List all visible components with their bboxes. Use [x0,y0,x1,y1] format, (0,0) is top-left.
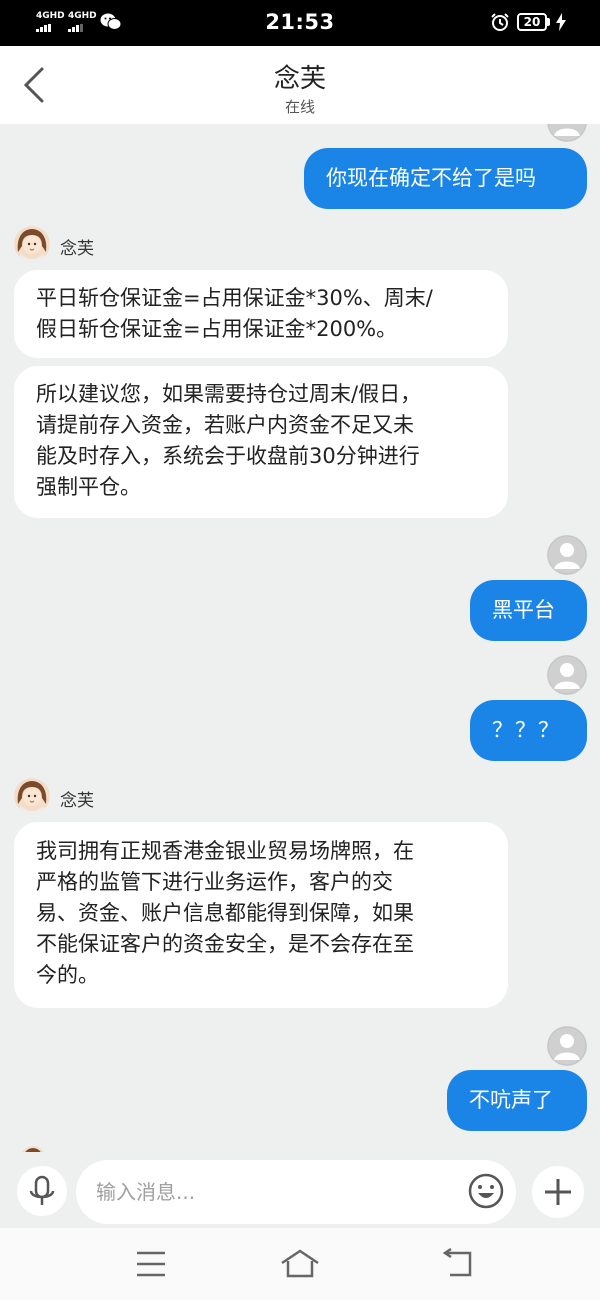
charging-icon [556,13,566,31]
user-avatar[interactable] [547,535,587,575]
voice-input-button[interactable] [17,1166,67,1216]
outgoing-message-bubble[interactable]: ？？？ [470,700,587,761]
system-navigation-bar [0,1228,600,1300]
sender-name: 念芙 [60,791,94,811]
user-avatar[interactable] [547,124,587,142]
battery-tip [547,18,550,26]
emoji-button[interactable] [467,1172,505,1210]
message-input[interactable] [76,1160,516,1224]
back-nav-button[interactable] [438,1247,478,1280]
message-line: 今的。 [36,963,99,987]
message-line: 不能保证客户的资金安全，是不会存在至 [36,932,414,956]
incoming-message-bubble[interactable]: 我司拥有正规香港金银业贸易场牌照，在 严格的监管下进行业务运作，客户的交 易、资… [14,822,508,1008]
hamburger-menu-icon [137,1251,165,1277]
user-silhouette-icon [547,1026,587,1066]
outgoing-message-bubble[interactable]: 你现在确定不给了是吗 [304,148,587,209]
message-line: 假日斩仓保证金=占用保证金*200%。 [36,317,398,341]
online-status: 在线 [284,98,315,116]
message-text: 不吭声了 [469,1088,553,1112]
user-silhouette-icon [547,124,587,142]
agent-avatar[interactable] [14,226,50,262]
user-silhouette-icon [547,535,587,575]
status-bar: 4GHD 4GHD 21:53 20 [0,0,600,46]
message-line: 请提前存入资金，若账户内资金不足又未 [36,413,414,437]
message-line: 易、资金、账户信息都能得到保障，如果 [36,901,414,925]
outgoing-message-bubble[interactable]: 黑平台 [470,580,587,641]
agent-avatar-icon [14,226,50,262]
agent-avatar-icon [14,778,50,814]
user-silhouette-icon [547,655,587,695]
more-options-button[interactable] [532,1166,584,1218]
home-icon [281,1249,319,1278]
agent-avatar[interactable] [14,778,50,814]
user-avatar[interactable] [547,655,587,695]
smiley-icon [468,1173,504,1209]
contact-name: 念芙 [273,64,326,94]
message-line: 我司拥有正规香港金银业贸易场牌照，在 [36,839,414,863]
message-line: 平日斩仓保证金=占用保证金*30%、周末/ [36,286,433,310]
message-text: 黑平台 [492,598,555,622]
menu-nav-button[interactable] [131,1248,171,1280]
message-text: ？？？ [492,718,561,742]
battery-indicator: 20 [517,13,547,31]
outgoing-message-bubble[interactable]: 不吭声了 [447,1070,587,1131]
message-line: 所以建议您，如果需要持仓过周末/假日， [36,382,422,406]
user-avatar[interactable] [547,1026,587,1066]
message-line: 强制平仓。 [36,475,141,499]
sender-name: 念芙 [60,239,94,259]
microphone-icon [29,1175,55,1205]
message-text: 你现在确定不给了是吗 [326,166,536,190]
chat-area[interactable]: 你现在确定不给了是吗 念芙 平日斩仓保证金=占用保证金*30%、周末/ 假日斩仓… [0,124,600,1152]
message-input-bar [0,1152,600,1228]
message-line: 严格的监管下进行业务运作，客户的交 [36,870,393,894]
message-line: 能及时存入，系统会于收盘前30分钟进行 [36,444,420,468]
incoming-message-bubble[interactable]: 平日斩仓保证金=占用保证金*30%、周末/ 假日斩仓保证金=占用保证金*200%… [14,270,508,358]
chat-header: 念芙 在线 [0,46,600,124]
incoming-message-bubble[interactable]: 所以建议您，如果需要持仓过周末/假日， 请提前存入资金，若账户内资金不足又未 能… [14,366,508,518]
alarm-icon [491,13,509,31]
home-nav-button[interactable] [280,1248,320,1280]
plus-icon [545,1179,571,1205]
clock: 21:53 [265,10,335,34]
return-icon [442,1247,472,1277]
